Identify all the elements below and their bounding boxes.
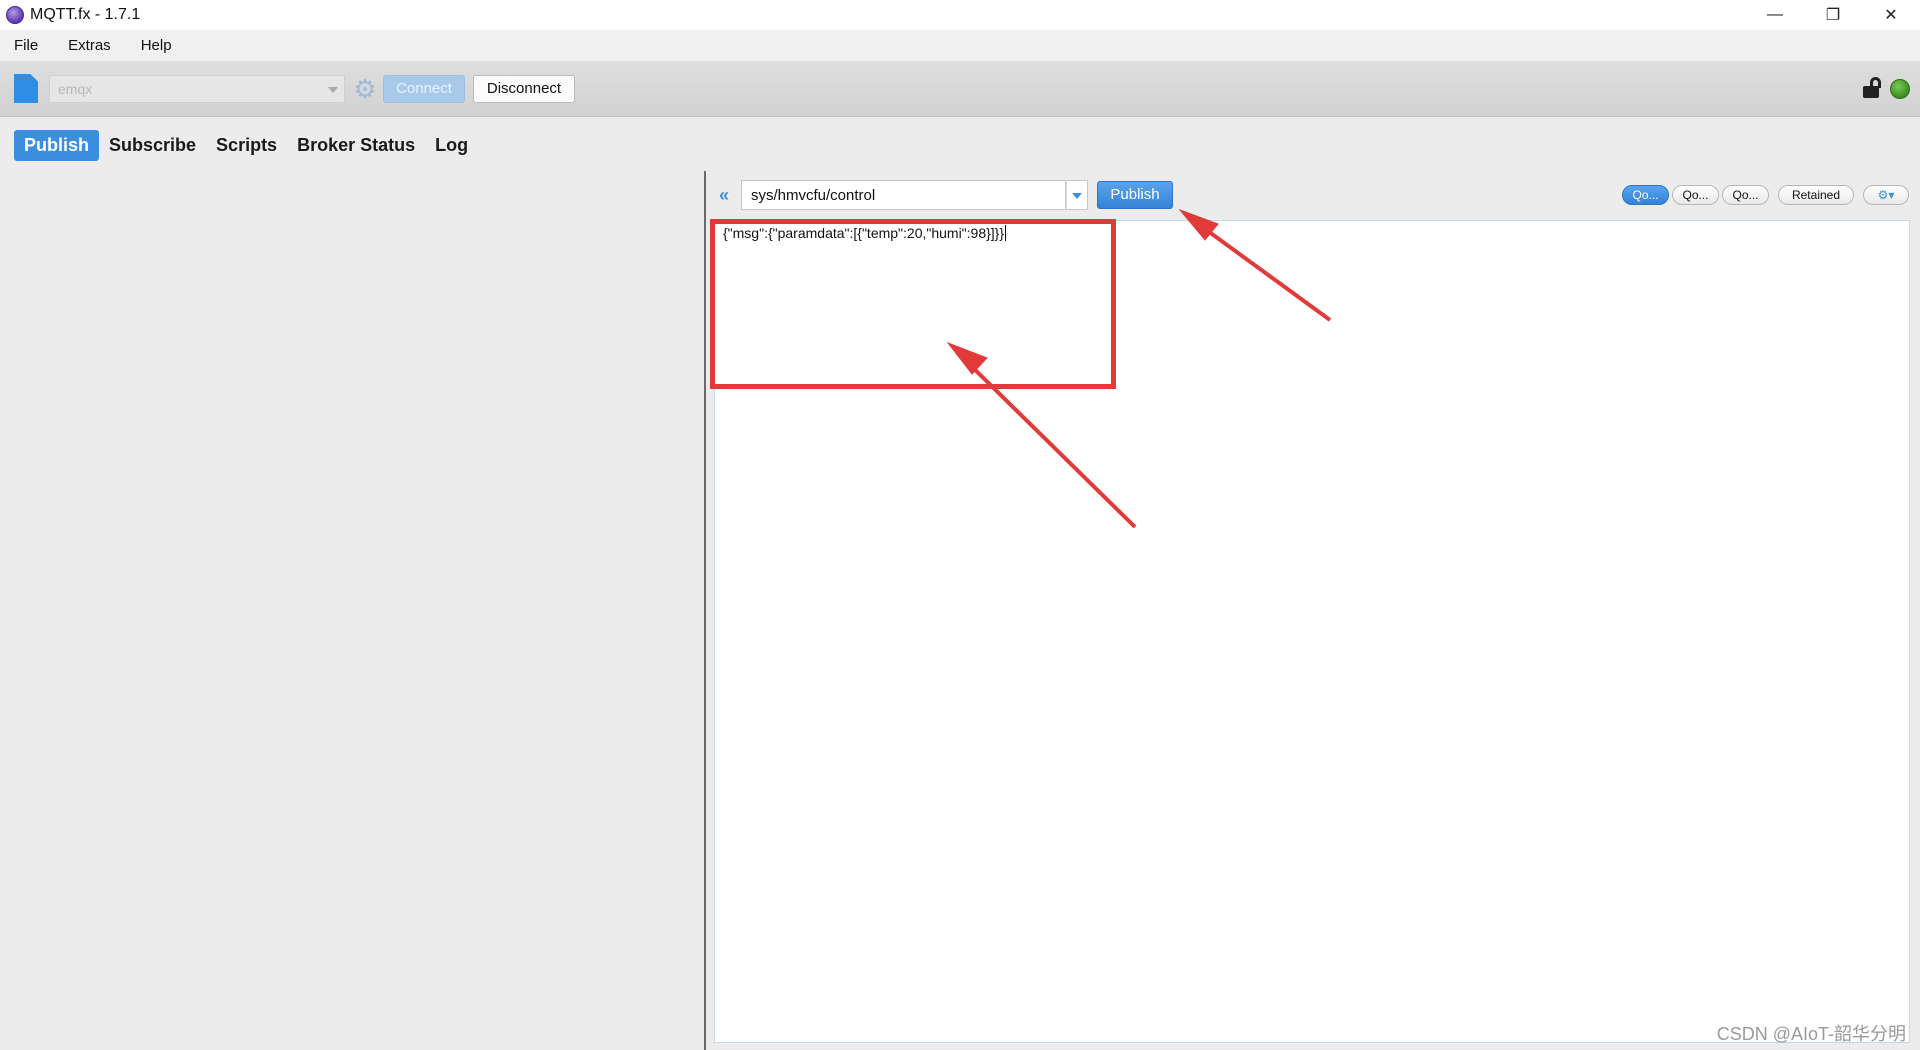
menu-extras[interactable]: Extras xyxy=(64,35,115,56)
tab-publish[interactable]: Publish xyxy=(14,129,100,161)
payload-text: {"msg":{"paramdata":[{"temp":20,"humi":9… xyxy=(723,225,1005,241)
new-profile-file-icon[interactable] xyxy=(14,74,38,103)
connection-status-indicator xyxy=(1890,79,1910,99)
qos-toggle-group: Qo... Qo... Qo... Retained ⚙▾ xyxy=(1622,185,1912,205)
text-cursor xyxy=(1005,225,1007,241)
app-logo-icon xyxy=(6,6,24,24)
publish-button[interactable]: Publish xyxy=(1097,181,1173,209)
publish-options-gear-icon[interactable]: ⚙▾ xyxy=(1863,185,1909,205)
restore-button[interactable]: ❐ xyxy=(1804,0,1862,30)
collapse-left-icon[interactable]: « xyxy=(719,185,729,206)
tab-scripts[interactable]: Scripts xyxy=(206,130,287,161)
connection-toolbar: emqx ⚙ Connect Disconnect xyxy=(0,61,1920,117)
tab-subscribe[interactable]: Subscribe xyxy=(99,130,206,161)
gear-icon[interactable]: ⚙ xyxy=(351,75,379,103)
title-bar: MQTT.fx - 1.7.1 — ❐ ✕ xyxy=(0,0,1920,30)
disconnect-button[interactable]: Disconnect xyxy=(473,75,575,103)
window-title: MQTT.fx - 1.7.1 xyxy=(30,6,141,23)
menu-bar: File Extras Help xyxy=(0,30,1920,61)
qos-2-toggle[interactable]: Qo... xyxy=(1722,185,1769,205)
profile-select-value: emqx xyxy=(58,81,93,97)
payload-editor[interactable]: {"msg":{"paramdata":[{"temp":20,"humi":9… xyxy=(714,220,1910,1043)
menu-file[interactable]: File xyxy=(10,35,42,56)
main-tabs: Publish Subscribe Scripts Broker Status … xyxy=(14,129,478,161)
profile-select[interactable]: emqx xyxy=(49,75,345,103)
unlock-icon xyxy=(1863,77,1883,99)
topic-dropdown-button[interactable] xyxy=(1066,180,1088,210)
topic-history-pane xyxy=(0,171,704,1050)
window-controls: — ❐ ✕ xyxy=(1746,0,1920,30)
close-button[interactable]: ✕ xyxy=(1862,0,1920,30)
publish-pane: « sys/hmvcfu/control Publish Qo... Qo...… xyxy=(706,171,1920,1050)
tab-broker-status[interactable]: Broker Status xyxy=(287,130,425,161)
retained-toggle[interactable]: Retained xyxy=(1778,185,1854,205)
minimize-button[interactable]: — xyxy=(1746,0,1804,30)
chevron-down-icon xyxy=(328,87,338,93)
qos-1-toggle[interactable]: Qo... xyxy=(1672,185,1719,205)
qos-0-toggle[interactable]: Qo... xyxy=(1622,185,1669,205)
watermark: CSDN @AIoT-韶华分明 xyxy=(1716,1024,1906,1044)
topic-input[interactable]: sys/hmvcfu/control xyxy=(741,180,1066,210)
tab-log[interactable]: Log xyxy=(425,130,478,161)
menu-help[interactable]: Help xyxy=(137,35,176,56)
connect-button[interactable]: Connect xyxy=(383,75,465,103)
chevron-down-icon xyxy=(1072,193,1082,199)
